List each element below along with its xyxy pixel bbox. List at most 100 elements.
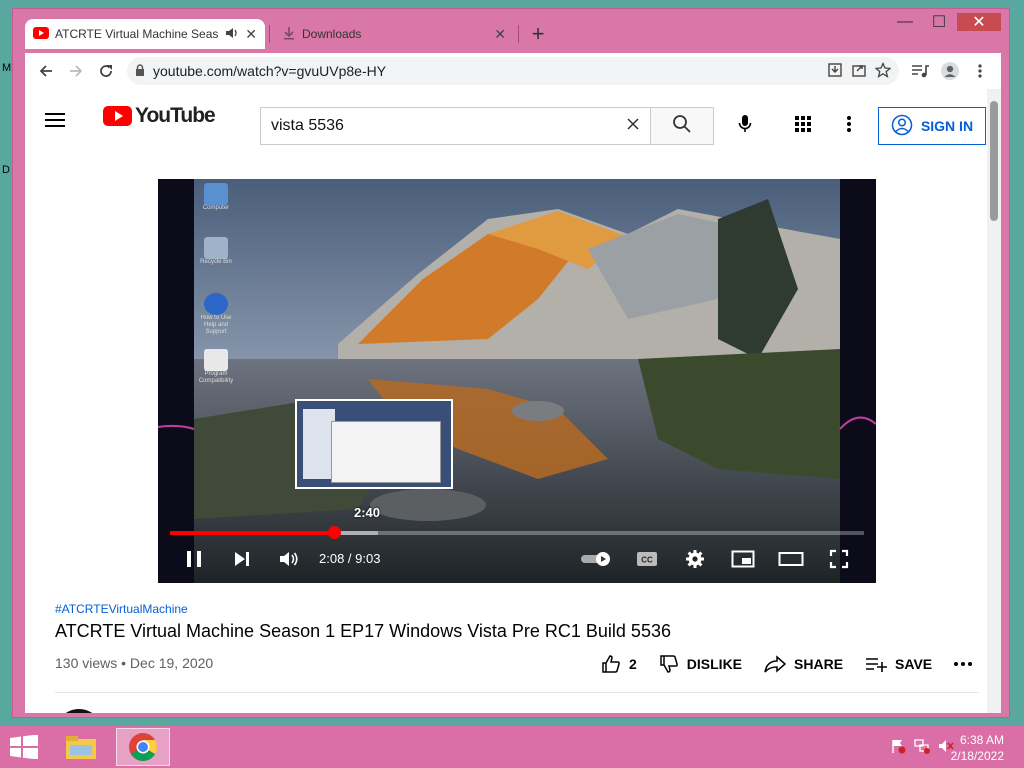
back-icon[interactable]	[31, 56, 61, 86]
tab-close-icon[interactable]: ✕	[494, 26, 506, 43]
url-text: youtube.com/watch?v=gvuUVp8e-HY	[153, 63, 387, 79]
clock-date: 2/18/2022	[950, 749, 1004, 763]
miniplayer-icon	[731, 550, 755, 568]
folder-icon	[66, 736, 96, 759]
apps-button[interactable]	[788, 111, 818, 141]
forward-icon[interactable]	[61, 56, 91, 86]
chrome-menu-icon[interactable]	[965, 56, 995, 86]
bookmark-star-icon[interactable]	[874, 61, 892, 81]
close-button[interactable]: ✕	[957, 13, 1001, 31]
more-vert-icon	[847, 115, 851, 138]
like-count: 2	[629, 656, 637, 672]
search-query: vista 5536	[271, 117, 344, 134]
voice-search-button[interactable]	[730, 111, 760, 141]
tab-downloads[interactable]: Downloads ✕	[274, 19, 514, 49]
recycle-bin-icon	[204, 237, 228, 259]
volume-icon	[280, 552, 298, 566]
speaker-icon[interactable]	[225, 27, 239, 42]
fullscreen-icon	[829, 549, 849, 569]
video-meta: 130 views • Dec 19, 2020	[55, 655, 214, 671]
share-arrow-icon	[764, 655, 787, 673]
settings-menu-button[interactable]	[837, 111, 861, 141]
start-button[interactable]	[10, 734, 38, 760]
apps-grid-icon	[794, 115, 812, 138]
page-viewport: YouTube vista 5536 SIGN IN Computer Recy…	[25, 89, 1001, 713]
captions-button[interactable]: CC	[632, 543, 662, 575]
progress-bar[interactable]	[170, 526, 864, 539]
more-actions-button[interactable]	[954, 662, 973, 666]
tab-close-icon[interactable]: ✕	[245, 26, 257, 43]
clock-time: 6:38 AM	[959, 733, 1004, 747]
theater-mode-button[interactable]	[776, 543, 806, 575]
video-title: ATCRTE Virtual Machine Season 1 EP17 Win…	[55, 621, 671, 641]
page-scrollbar[interactable]	[987, 89, 1001, 713]
miniplayer-button[interactable]	[728, 543, 758, 575]
youtube-favicon-icon	[33, 26, 49, 42]
theater-icon	[778, 552, 804, 566]
fullscreen-button[interactable]	[824, 543, 854, 575]
pause-icon	[187, 551, 201, 567]
progress-played	[170, 531, 334, 535]
share-icon[interactable]	[851, 62, 867, 81]
video-player[interactable]: Computer Recycle Bin How to Use Help and…	[158, 179, 876, 583]
save-label: SAVE	[895, 656, 933, 672]
skip-next-icon	[235, 552, 249, 566]
sign-in-button[interactable]: SIGN IN	[878, 107, 986, 145]
dislike-button[interactable]: DISLIKE	[659, 654, 742, 674]
scrubber-handle[interactable]	[327, 526, 341, 539]
search-input[interactable]: vista 5536	[260, 107, 650, 145]
system-tray	[890, 738, 954, 759]
media-control-icon[interactable]	[905, 56, 935, 86]
network-icon[interactable]	[914, 738, 930, 759]
save-button[interactable]: SAVE	[865, 656, 932, 672]
profile-avatar-icon[interactable]	[935, 56, 965, 86]
brand-name: YouTube	[135, 104, 216, 127]
tab-youtube[interactable]: ATCRTE Virtual Machine Seas ✕	[25, 19, 265, 49]
tab-title: Downloads	[302, 27, 362, 41]
share-label: SHARE	[794, 656, 844, 672]
taskbar-file-explorer[interactable]	[54, 728, 108, 766]
next-button[interactable]	[228, 543, 256, 575]
player-controls: 2:08 / 9:03 CC	[158, 543, 876, 579]
pause-button[interactable]	[180, 543, 208, 575]
menu-icon[interactable]	[45, 109, 65, 131]
new-tab-button[interactable]: +	[523, 19, 553, 49]
taskbar-chrome[interactable]	[116, 728, 170, 766]
share-button[interactable]: SHARE	[764, 655, 843, 673]
download-icon	[282, 26, 296, 43]
time-display: 2:08 / 9:03	[319, 551, 381, 566]
youtube-header: YouTube vista 5536 SIGN IN	[25, 89, 987, 151]
divider	[55, 692, 979, 693]
scrollbar-thumb[interactable]	[990, 101, 998, 221]
lock-icon	[135, 63, 145, 79]
windows-logo-icon	[10, 734, 38, 760]
channel-avatar[interactable]	[55, 709, 103, 713]
video-actions: 2 DISLIKE SHARE SAVE	[601, 654, 973, 674]
youtube-logo-icon	[103, 106, 132, 126]
clear-search-icon[interactable]	[626, 117, 640, 136]
volume-button[interactable]	[274, 543, 304, 575]
desktop-icon-recycle-bin: Recycle Bin	[198, 237, 234, 266]
install-icon[interactable]	[827, 62, 843, 81]
reload-icon[interactable]	[91, 56, 121, 86]
dislike-label: DISLIKE	[686, 656, 743, 672]
maximize-button[interactable]: ☐	[923, 13, 955, 31]
autoplay-toggle[interactable]	[576, 543, 616, 575]
settings-button[interactable]	[680, 543, 710, 575]
minimize-button[interactable]: —	[889, 13, 921, 31]
autoplay-icon	[581, 552, 610, 566]
system-clock[interactable]: 6:38 AM 2/18/2022	[951, 732, 1004, 764]
action-center-flag-icon[interactable]	[890, 738, 906, 759]
search-bar: vista 5536	[260, 107, 714, 147]
gear-icon	[686, 550, 704, 568]
sign-in-label: SIGN IN	[920, 118, 974, 134]
tab-title: ATCRTE Virtual Machine Seas	[55, 27, 219, 41]
address-bar[interactable]: youtube.com/watch?v=gvuUVp8e-HY	[127, 57, 899, 85]
desktop-icon-computer: Computer	[198, 183, 234, 212]
browser-window: — ☐ ✕ ATCRTE Virtual Machine Seas ✕ Down…	[12, 8, 1010, 718]
like-button[interactable]: 2	[601, 654, 637, 674]
seek-preview-thumbnail	[295, 399, 453, 489]
video-hashtag[interactable]: #ATCRTEVirtualMachine	[55, 602, 188, 616]
search-button[interactable]	[650, 107, 714, 145]
youtube-logo[interactable]: YouTube	[103, 104, 216, 128]
